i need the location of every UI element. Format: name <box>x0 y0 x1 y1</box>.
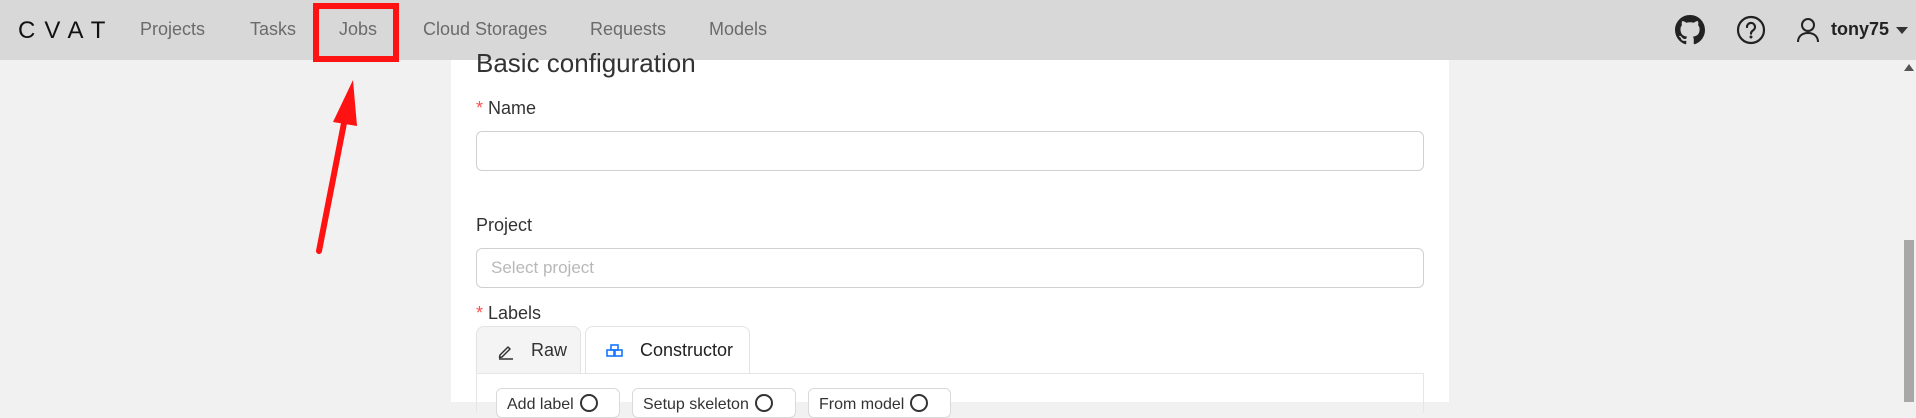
project-select[interactable] <box>476 248 1424 288</box>
scroll-up-arrow-icon[interactable] <box>1904 64 1914 71</box>
constructor-icon <box>606 343 623 357</box>
plus-circle-icon <box>579 394 598 412</box>
setup-skeleton-text: Setup skeleton <box>643 396 749 413</box>
project-label: Project <box>476 215 533 235</box>
required-mark: * <box>476 98 484 118</box>
plus-circle-icon <box>754 394 773 412</box>
labels-label: * Labels <box>476 303 541 324</box>
required-mark: * <box>476 303 484 323</box>
plus-circle-icon <box>910 394 929 412</box>
help-icon[interactable] <box>1736 15 1766 45</box>
name-label-text: Name <box>488 98 537 118</box>
section-title: Basic configuration <box>476 48 696 78</box>
from-model-button[interactable]: From model <box>808 388 951 418</box>
tab-raw[interactable]: Raw <box>476 326 581 374</box>
caret-down-icon[interactable] <box>1896 27 1908 34</box>
setup-skeleton-button[interactable]: Setup skeleton <box>632 388 796 418</box>
edit-icon <box>498 345 513 360</box>
nav-models[interactable]: Models <box>709 19 767 40</box>
user-icon[interactable] <box>1796 17 1820 43</box>
add-label-text: Add label <box>507 396 574 413</box>
name-label: * Name <box>476 98 536 119</box>
nav-cloud-storages[interactable]: Cloud Storages <box>423 19 547 40</box>
tab-raw-label: Raw <box>531 340 568 360</box>
scrollbar-thumb[interactable] <box>1904 240 1914 402</box>
username[interactable]: tony75 <box>1831 19 1889 40</box>
from-model-text: From model <box>819 396 905 413</box>
nav-requests[interactable]: Requests <box>590 19 666 40</box>
tab-constructor-label: Constructor <box>640 340 734 360</box>
add-label-button[interactable]: Add label <box>496 388 620 418</box>
tab-constructor[interactable]: Constructor <box>585 326 750 374</box>
labels-label-text: Labels <box>488 303 542 323</box>
github-icon[interactable] <box>1675 15 1705 45</box>
name-input[interactable] <box>476 131 1424 171</box>
red-arrow-annotation <box>316 80 357 254</box>
